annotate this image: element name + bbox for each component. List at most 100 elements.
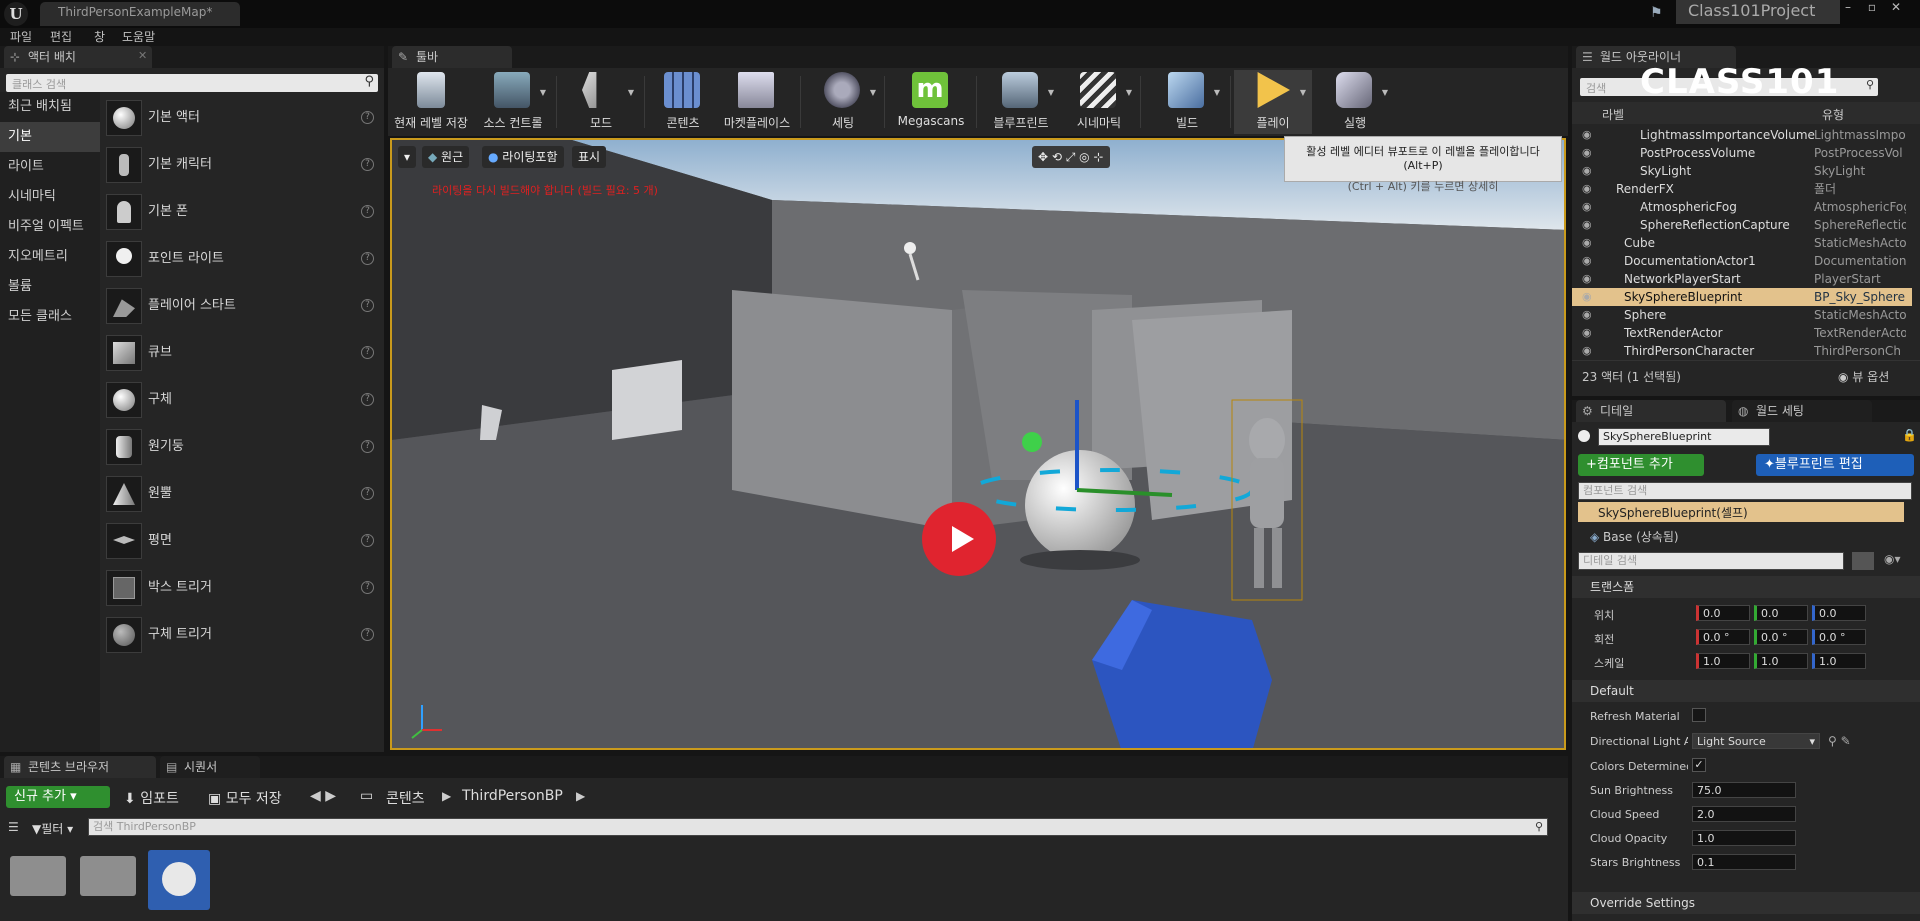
help-icon[interactable]: ? bbox=[361, 346, 374, 359]
megascans-button[interactable]: m Megascans bbox=[892, 70, 970, 134]
asset-cylinder[interactable]: 원기둥? bbox=[104, 425, 378, 469]
help-icon[interactable]: ? bbox=[361, 581, 374, 594]
outliner-row[interactable]: ◉ DocumentationActor1 DocumentationA bbox=[1572, 252, 1912, 270]
asset-empty-pawn[interactable]: 기본 폰? bbox=[104, 190, 378, 234]
loc-y[interactable]: 0.0 bbox=[1754, 605, 1808, 621]
directional-light-select[interactable]: Light Source ▾ bbox=[1692, 733, 1820, 749]
category-cinematic[interactable]: 시네마틱 bbox=[0, 182, 100, 212]
add-component-button[interactable]: +컴포넌트 추가 bbox=[1578, 454, 1704, 476]
category-volumes[interactable]: 볼륨 bbox=[0, 272, 100, 302]
visibility-eye-icon[interactable]: ◉ bbox=[1582, 306, 1592, 324]
cloud-opacity-field[interactable]: 1.0 bbox=[1692, 830, 1796, 846]
transform-mode-icons[interactable]: ✥ ⟲ ⤢ ◎ ⊹ bbox=[1032, 146, 1110, 168]
column-label[interactable]: 라벨 bbox=[1602, 106, 1624, 123]
rot-x[interactable]: 0.0 ° bbox=[1696, 629, 1750, 645]
launch-button[interactable]: ▼ 실행 bbox=[1316, 70, 1394, 134]
category-all-classes[interactable]: 모든 클래스 bbox=[0, 302, 100, 332]
help-icon[interactable]: ? bbox=[361, 628, 374, 641]
asset-point-light[interactable]: 포인트 라이트? bbox=[104, 237, 378, 281]
add-new-button[interactable]: 신규 추가 ▾ bbox=[6, 786, 110, 808]
outliner-row[interactable]: ◉ Sphere StaticMeshActor bbox=[1572, 306, 1912, 324]
details-search-input[interactable]: 디테일 검색 bbox=[1578, 552, 1844, 570]
content-search-input[interactable]: 검색 ThirdPersonBP ⚲ bbox=[88, 818, 1548, 836]
asset-cone[interactable]: 원뿔? bbox=[104, 472, 378, 516]
help-icon[interactable]: ? bbox=[361, 440, 374, 453]
outliner-row[interactable]: ◉ ThirdPersonCharacter ThirdPersonCh bbox=[1572, 342, 1912, 358]
outliner-row[interactable]: ◉ PostProcessVolume PostProcessVol bbox=[1572, 144, 1912, 162]
view-options-button[interactable]: ◉ 뷰 옵션 bbox=[1838, 368, 1889, 385]
asset-sphere[interactable]: 구체? bbox=[104, 378, 378, 422]
property-matrix-icon[interactable] bbox=[1852, 552, 1874, 570]
marketplace-button[interactable]: 마켓플레이스 bbox=[718, 70, 796, 134]
help-icon[interactable]: ? bbox=[361, 393, 374, 406]
visibility-eye-icon[interactable]: ◉ bbox=[1582, 324, 1592, 342]
menu-edit[interactable]: 편집 bbox=[50, 28, 72, 46]
visibility-eye-icon[interactable]: ◉ bbox=[1582, 126, 1592, 144]
outliner-row[interactable]: ◉ SphereReflectionCapture SphereReflectio bbox=[1572, 216, 1912, 234]
section-override-settings[interactable]: Override Settings bbox=[1572, 892, 1920, 914]
viewport-options-button[interactable]: ▾ bbox=[398, 146, 417, 168]
class-search-input[interactable]: 클래스 검색 ⚲ bbox=[6, 74, 378, 92]
category-visual-effects[interactable]: 비주얼 이펙트 bbox=[0, 212, 100, 242]
asset-box-trigger[interactable]: 박스 트리거? bbox=[104, 566, 378, 610]
asset-cube[interactable]: 큐브? bbox=[104, 331, 378, 375]
menu-help[interactable]: 도움말 bbox=[122, 28, 155, 46]
modes-button[interactable]: ▼ 모드 bbox=[562, 70, 640, 134]
visibility-eye-icon[interactable]: ◉ bbox=[1582, 342, 1592, 358]
tab-toolbar[interactable]: ✎ 툴바 bbox=[392, 46, 512, 68]
path-leaf[interactable]: ThirdPersonBP bbox=[462, 788, 563, 804]
tab-details[interactable]: ⚙ 디테일 bbox=[1576, 400, 1726, 422]
help-icon[interactable]: ? bbox=[361, 111, 374, 124]
source-control-button[interactable]: ▼ 소스 컨트롤 bbox=[474, 70, 552, 134]
loc-x[interactable]: 0.0 bbox=[1696, 605, 1750, 621]
scale-y[interactable]: 1.0 bbox=[1754, 653, 1808, 669]
category-basic[interactable]: 기본 bbox=[0, 122, 100, 152]
help-icon[interactable]: ? bbox=[361, 299, 374, 312]
cinematics-button[interactable]: ▼ 시네마틱 bbox=[1060, 70, 1138, 134]
folder-tile[interactable] bbox=[10, 856, 66, 896]
play-button[interactable]: ▼ 플레이 bbox=[1234, 70, 1312, 134]
tab-place-actors[interactable]: ⊹ 액터 배치 bbox=[4, 46, 152, 68]
outliner-row[interactable]: ◉ TextRenderActor TextRenderActor bbox=[1572, 324, 1912, 342]
tab-world-settings[interactable]: ◍ 월드 세팅 bbox=[1732, 400, 1872, 422]
filter-button[interactable]: ▼필터 ▾ bbox=[32, 820, 73, 837]
outliner-row[interactable]: ◉ Cube StaticMeshActor bbox=[1572, 234, 1912, 252]
visibility-eye-icon[interactable]: ◉ bbox=[1582, 180, 1592, 198]
category-geometry[interactable]: 지오메트리 bbox=[0, 242, 100, 272]
refresh-material-checkbox[interactable] bbox=[1692, 708, 1706, 722]
menu-file[interactable]: 파일 bbox=[10, 28, 32, 46]
outliner-row[interactable]: ◉ NetworkPlayerStart PlayerStart bbox=[1572, 270, 1912, 288]
asset-empty-actor[interactable]: 기본 액터? bbox=[104, 96, 378, 140]
category-lights[interactable]: 라이트 bbox=[0, 152, 100, 182]
rot-y[interactable]: 0.0 ° bbox=[1754, 629, 1808, 645]
edit-blueprint-button[interactable]: ✦블루프린트 편집 bbox=[1756, 454, 1914, 476]
sun-brightness-field[interactable]: 75.0 bbox=[1692, 782, 1796, 798]
blueprints-button[interactable]: ▼ 블루프린트 bbox=[982, 70, 1060, 134]
close-icon[interactable]: ✕ bbox=[1886, 0, 1906, 16]
component-search-input[interactable]: 컴포넌트 검색 bbox=[1578, 482, 1912, 500]
show-button[interactable]: 표시 bbox=[572, 146, 607, 168]
browse-icon[interactable]: ⚲ ✎ bbox=[1828, 734, 1851, 748]
settings-button[interactable]: ▼ 세팅 bbox=[804, 70, 882, 134]
stars-brightness-field[interactable]: 0.1 bbox=[1692, 854, 1796, 870]
outliner-row[interactable]: ◉ RenderFX 폴더 bbox=[1572, 180, 1912, 198]
perspective-button[interactable]: ◆ 원근 bbox=[422, 146, 470, 168]
close-tab-icon[interactable]: ✕ bbox=[138, 49, 147, 62]
column-type[interactable]: 유형 bbox=[1822, 106, 1844, 123]
save-all-button[interactable]: ▣ 모두 저장 bbox=[208, 788, 282, 808]
visibility-eye-icon[interactable]: ◉ bbox=[1582, 144, 1592, 162]
visibility-eye-icon[interactable]: ◉ bbox=[1582, 198, 1592, 216]
minimize-icon[interactable]: – bbox=[1838, 0, 1858, 16]
help-icon[interactable]: ? bbox=[361, 487, 374, 500]
path-root[interactable]: 콘텐츠 bbox=[386, 788, 425, 808]
outliner-row[interactable]: ◉ SkyLight SkyLight bbox=[1572, 162, 1912, 180]
folder-tile[interactable] bbox=[80, 856, 136, 896]
lock-icon[interactable]: 🔒 bbox=[1902, 428, 1917, 442]
content-button[interactable]: 콘텐츠 bbox=[644, 70, 722, 134]
cloud-speed-field[interactable]: 2.0 bbox=[1692, 806, 1796, 822]
category-recent[interactable]: 최근 배치됨 bbox=[0, 92, 100, 122]
sources-toggle-icon[interactable]: ☰ bbox=[8, 820, 19, 834]
menu-window[interactable]: 창 bbox=[94, 28, 105, 46]
save-level-button[interactable]: 현재 레벨 저장 bbox=[392, 70, 470, 134]
outliner-row[interactable]: ◉ SkySphereBlueprint BP_Sky_Sphere bbox=[1572, 288, 1912, 306]
